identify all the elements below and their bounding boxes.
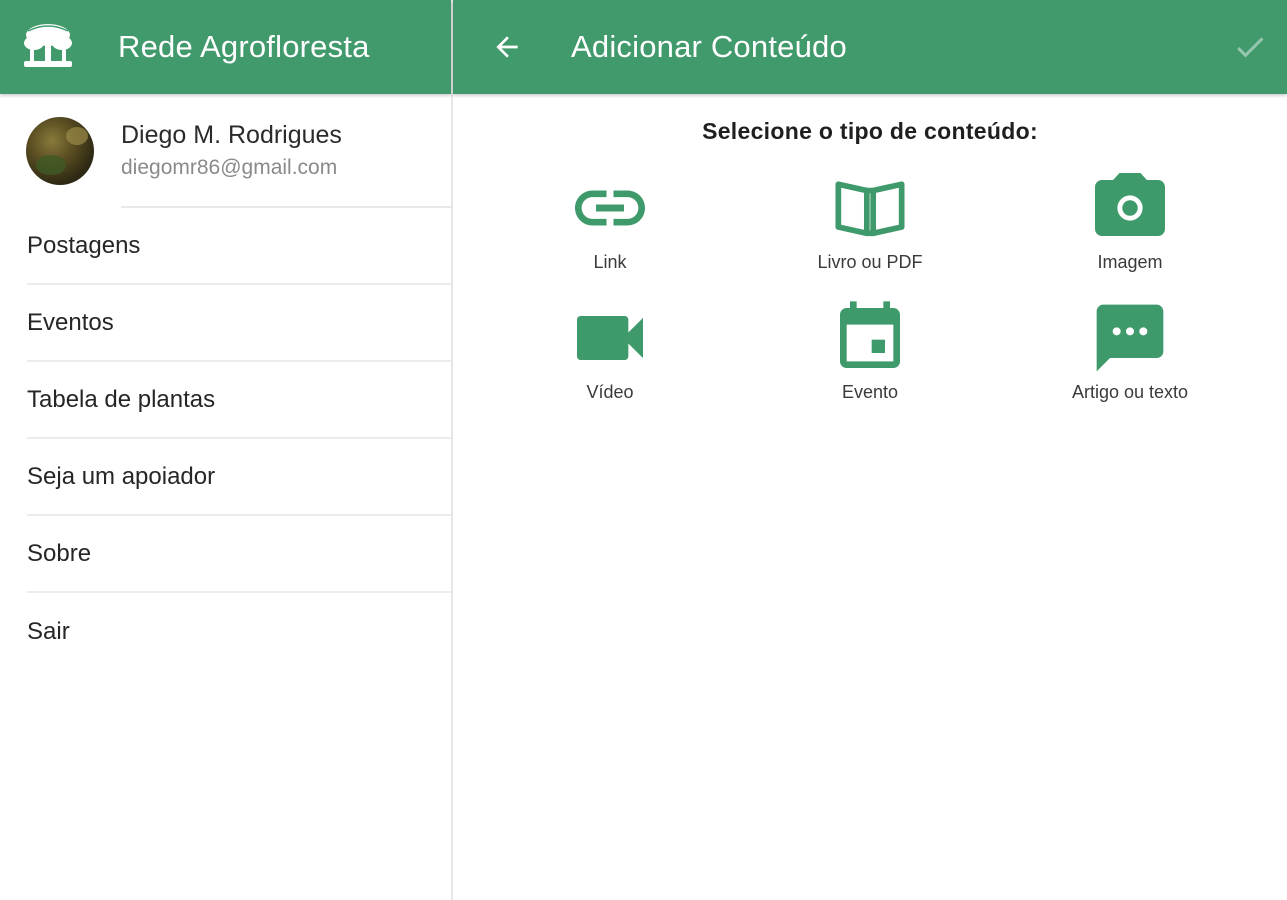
navigation-drawer: Rede Agrofloresta Diego M. Rodrigues die…: [0, 0, 453, 900]
menu-item-label: Eventos: [27, 308, 114, 336]
menu-item-label: Tabela de plantas: [27, 385, 216, 413]
content-type-link[interactable]: Link: [510, 170, 710, 280]
drawer-header: Rede Agrofloresta: [0, 0, 451, 94]
menu-item-label: Sair: [27, 617, 70, 645]
user-profile[interactable]: Diego M. Rodrigues diegomr86@gmail.com: [0, 94, 451, 208]
user-email: diegomr86@gmail.com: [121, 156, 338, 179]
book-icon: [835, 181, 905, 237]
menu-item-postagens[interactable]: Postagens: [27, 208, 451, 285]
content-type-video[interactable]: Vídeo: [510, 300, 710, 410]
calendar-icon: [840, 301, 900, 368]
menu-item-label: Sobre: [27, 539, 92, 567]
content-type-label: Vídeo: [586, 382, 634, 402]
tree-logo-icon: [20, 19, 76, 75]
divider: [121, 206, 451, 208]
menu-item-label: Postagens: [27, 231, 141, 259]
menu-item-tabela-de-plantas[interactable]: Tabela de plantas: [27, 362, 451, 439]
content-type-label: Evento: [841, 382, 899, 402]
content-type-book[interactable]: Livro ou PDF: [770, 170, 970, 280]
content-type-label: Link: [593, 252, 627, 272]
user-name: Diego M. Rodrigues: [121, 121, 342, 149]
back-button[interactable]: [485, 25, 529, 69]
content-type-prompt: Selecione o tipo de conteúdo:: [702, 118, 1038, 144]
add-content-screen: Adicionar Conteúdo Selecione o tipo de c…: [453, 0, 1287, 900]
content-type-label: Livro ou PDF: [817, 252, 923, 272]
camera-icon: [1095, 173, 1165, 236]
content-type-label: Imagem: [1097, 252, 1163, 272]
check-icon: [1237, 37, 1264, 58]
menu-item-eventos[interactable]: Eventos: [27, 285, 451, 362]
content-type-event[interactable]: Evento: [770, 300, 970, 410]
page-title: Adicionar Conteúdo: [571, 29, 847, 64]
toolbar: Adicionar Conteúdo: [453, 0, 1287, 94]
arrow-back-icon: [496, 36, 518, 58]
menu-item-label: Seja um apoiador: [27, 462, 216, 490]
comment-icon: [1096, 304, 1164, 372]
menu-item-sair[interactable]: Sair: [27, 593, 451, 670]
content-type-label: Artigo ou texto: [1071, 382, 1189, 402]
confirm-button[interactable]: [1229, 26, 1271, 68]
menu-item-seja-um-apoiador[interactable]: Seja um apoiador: [27, 439, 451, 516]
videocam-icon: [577, 316, 643, 360]
content-type-article[interactable]: Artigo ou texto: [1030, 300, 1230, 410]
app-title: Rede Agrofloresta: [118, 29, 370, 64]
link-icon: [575, 190, 645, 226]
content-type-image[interactable]: Imagem: [1030, 170, 1230, 280]
drawer-menu: Postagens Eventos Tabela de plantas Seja…: [0, 208, 451, 670]
avatar: [26, 117, 94, 185]
menu-item-sobre[interactable]: Sobre: [27, 516, 451, 593]
